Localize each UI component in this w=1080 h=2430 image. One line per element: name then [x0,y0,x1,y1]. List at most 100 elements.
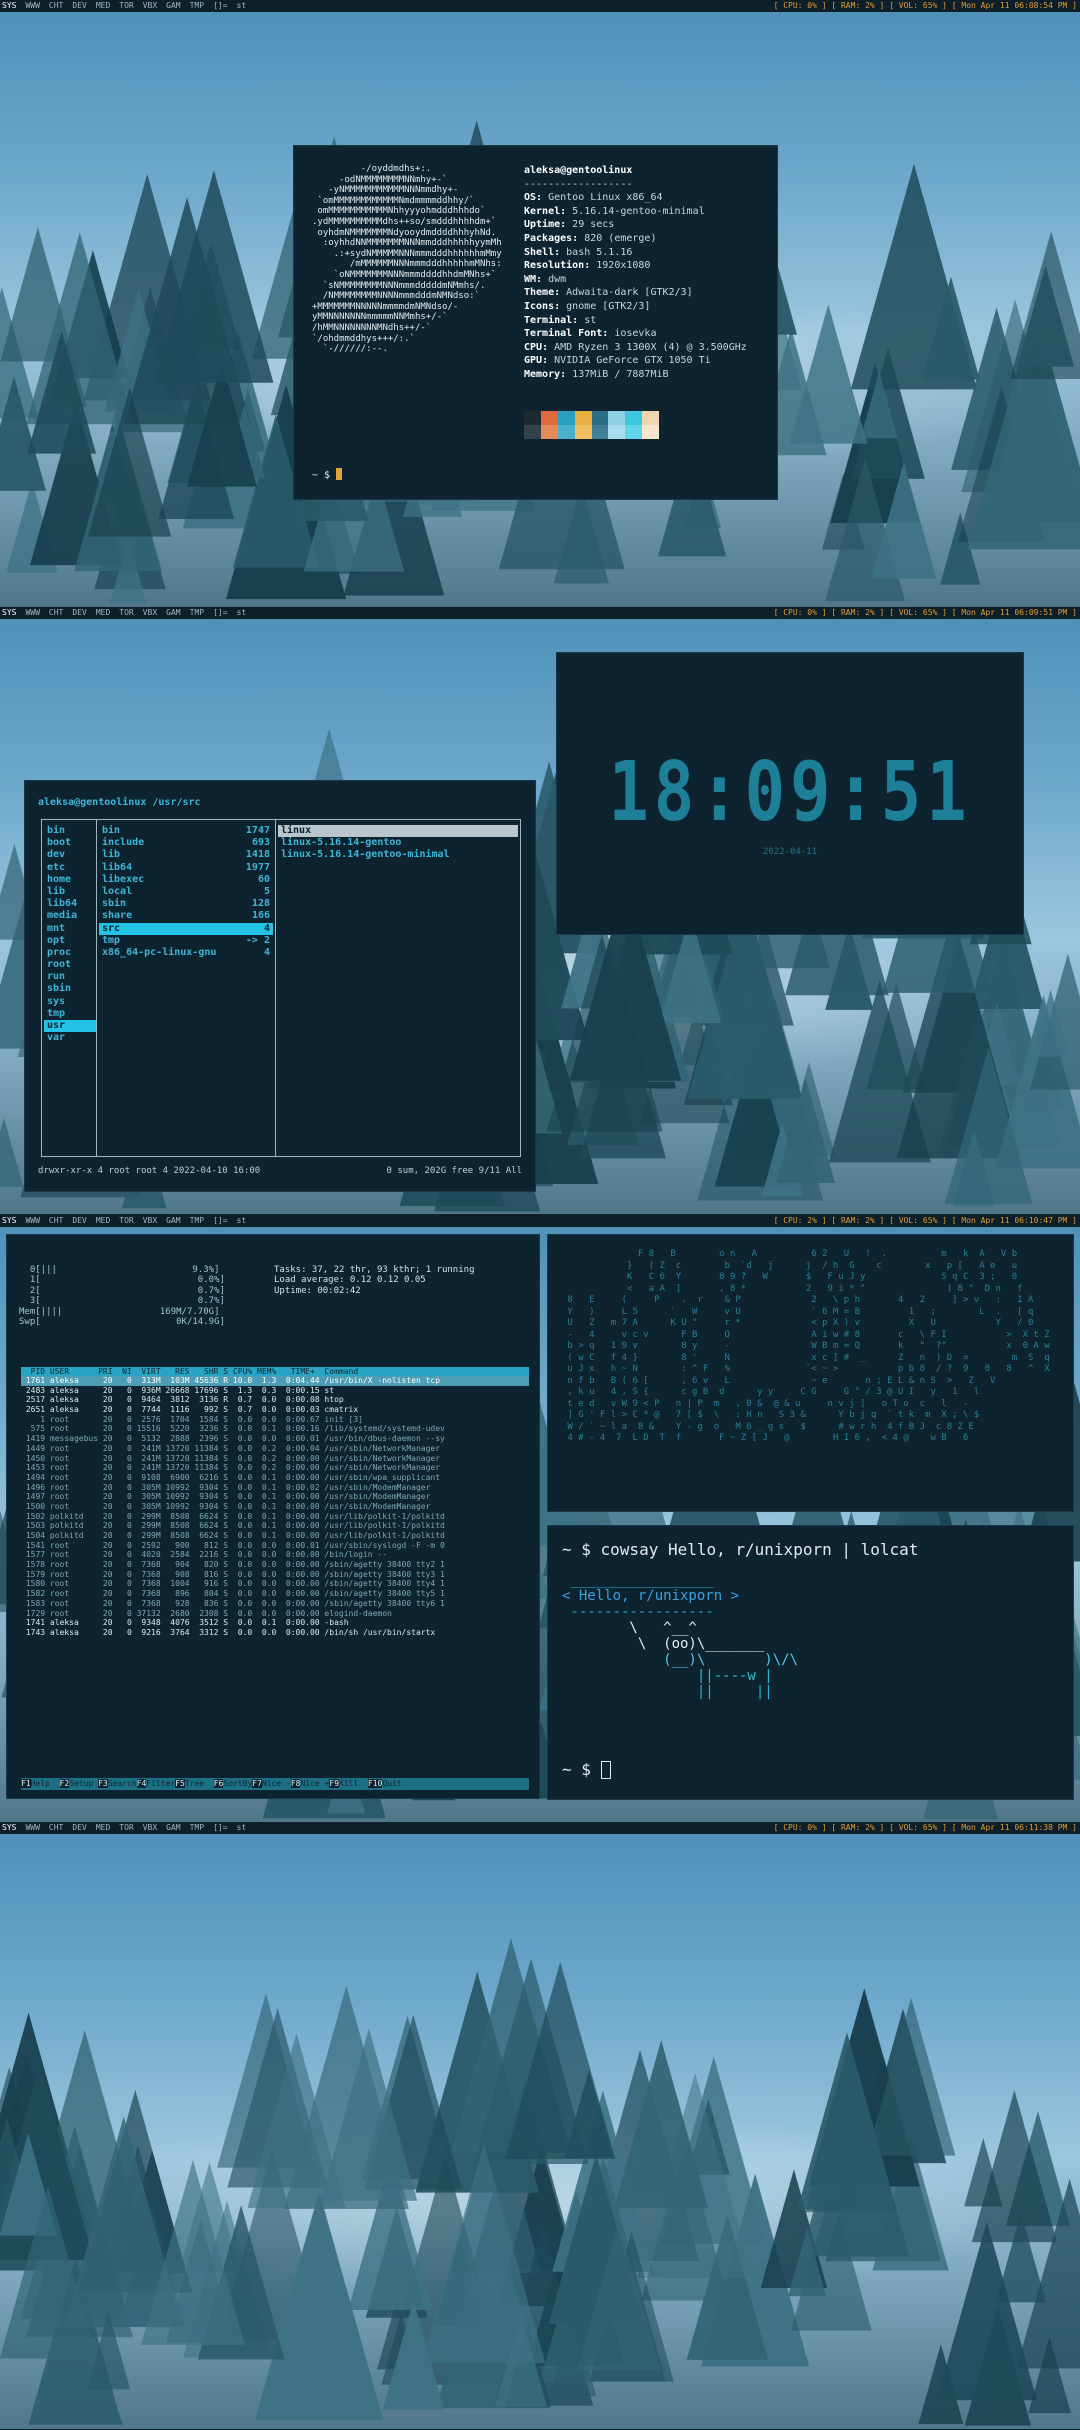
fkey[interactable]: F1 [21,1779,31,1788]
tag-tmp[interactable]: TMP [190,1823,204,1832]
fkey[interactable]: F10 [367,1779,383,1788]
tag-sys[interactable]: SYS [2,608,16,617]
neofetch-window[interactable]: -/oyddmdhs+:. -odNMMMMMMMMNNmhy+-` -yNMM… [293,145,778,500]
dir-entry[interactable]: share 166 [99,910,273,922]
dir-entry[interactable]: sys [44,996,96,1008]
process-row[interactable]: 1743 aleksa 20 0 9216 3764 3312 S 0.0 0.… [21,1628,529,1638]
tag-cht[interactable]: CHT [49,1216,63,1225]
tag-sys[interactable]: SYS [2,1823,16,1832]
process-row[interactable]: 575 root 20 0 15516 5220 3236 S 0.0 0.1 … [21,1424,529,1434]
dir-entry[interactable]: linux-5.16.14-gentoo-minimal [278,849,518,861]
dir-entry[interactable]: home [44,874,96,886]
process-row[interactable]: 1450 root 20 0 241M 13720 11384 S 0.0 0.… [21,1454,529,1464]
fkey-label[interactable]: SortBy [223,1779,252,1788]
tag-gam[interactable]: GAM [166,1216,180,1225]
process-row[interactable]: 1578 root 20 0 7368 904 820 S 0.0 0.0 0:… [21,1560,529,1570]
fkey[interactable]: F4 [136,1779,147,1788]
process-row[interactable]: 1580 root 20 0 7368 1004 916 S 0.0 0.0 0… [21,1579,529,1589]
dir-entry[interactable]: libexec 60 [99,874,273,886]
tag-cht[interactable]: CHT [49,1,63,10]
dir-entry[interactable]: opt [44,935,96,947]
dir-entry[interactable]: include 693 [99,837,273,849]
tag-gam[interactable]: GAM [166,608,180,617]
process-row[interactable]: 1503 polkitd 20 0 299M 8508 6624 S 0.0 0… [21,1521,529,1531]
dir-entry[interactable]: lib64 [44,898,96,910]
process-row[interactable]: 1500 root 20 0 305M 10992 9304 S 0.0 0.1… [21,1502,529,1512]
process-row[interactable]: 2483 aleksa 20 0 936M 26668 17696 S 1.3 … [21,1386,529,1396]
dir-entry[interactable]: tmp -> 2 [99,935,273,947]
fkey[interactable]: F2 [59,1779,70,1788]
tag-dev[interactable]: DEV [72,608,86,617]
fkey[interactable]: F5 [175,1779,185,1788]
fkey-label[interactable]: Quit [382,1779,401,1788]
current-column[interactable]: bin 1747 include 693 lib 1418 lib64 1977 libexec… [99,825,273,959]
process-row[interactable]: 2517 aleksa 20 0 9464 3812 3136 R 0.7 0.… [21,1395,529,1405]
fkey[interactable]: F6 [213,1779,224,1788]
tag-dev[interactable]: DEV [72,1823,86,1832]
function-keys[interactable]: F1Help F2Setup F3SearchF4FilterF5Tree F6… [21,1778,529,1790]
dir-entry[interactable]: local 5 [99,886,273,898]
dir-entry[interactable]: bin [44,825,96,837]
fkey[interactable]: F9 [329,1779,340,1788]
process-row[interactable]: 1496 root 20 0 305M 10992 9304 S 0.0 0.1… [21,1483,529,1493]
tag-med[interactable]: MED [96,1823,110,1832]
tag-tor[interactable]: TOR [119,608,133,617]
tag-dev[interactable]: DEV [72,1,86,10]
dir-entry[interactable]: bin 1747 [99,825,273,837]
tag-tmp[interactable]: TMP [190,1216,204,1225]
tag-[]=[interactable]: []= [213,1216,227,1225]
tag-tor[interactable]: TOR [119,1216,133,1225]
process-row[interactable]: 1541 root 20 0 2592 900 812 S 0.0 0.0 0:… [21,1541,529,1551]
process-row[interactable]: 1583 root 20 0 7368 928 836 S 0.0 0.0 0:… [21,1599,529,1609]
process-row[interactable]: 1761 aleksa 20 0 313M 103M 45636 R 10.0 … [21,1376,529,1386]
parent-column[interactable]: bin boot dev etc home lib lib64 media mnt opt proc… [44,825,96,1044]
dir-entry[interactable]: var [44,1032,96,1044]
process-row[interactable]: 1497 root 20 0 305M 10992 9304 S 0.0 0.1… [21,1492,529,1502]
tag-www[interactable]: WWW [25,1823,39,1832]
process-row[interactable]: 1453 root 20 0 241M 13720 11384 S 0.0 0.… [21,1463,529,1473]
tag-dev[interactable]: DEV [72,1216,86,1225]
tag-tor[interactable]: TOR [119,1823,133,1832]
htop-window[interactable]: 0[||| 9.3%] 1[ 0.0%] 2[ 0.7%] 3[ 0.7%] Me… [6,1234,540,1799]
tag-tmp[interactable]: TMP [190,1,204,10]
dir-entry[interactable]: lib [44,886,96,898]
tag-med[interactable]: MED [96,1216,110,1225]
tag-vbx[interactable]: VBX [143,1823,157,1832]
dir-entry[interactable]: boot [44,837,96,849]
tag-vbx[interactable]: VBX [143,608,157,617]
process-list[interactable]: 1761 aleksa 20 0 313M 103M 45636 R 10.0 … [21,1376,529,1638]
dir-entry[interactable]: linux [278,825,518,838]
cmatrix-window[interactable]: F 8 B o n A 6 2 U ! . m k A V b } ( Z c … [547,1234,1074,1512]
tag-med[interactable]: MED [96,1,110,10]
fkey-label[interactable]: Search [108,1779,137,1788]
tag-tor[interactable]: TOR [119,1,133,10]
tag-tmp[interactable]: TMP [190,608,204,617]
dir-entry[interactable]: sbin 128 [99,898,273,910]
dir-entry[interactable]: etc [44,862,96,874]
dir-entry[interactable]: usr [44,1020,96,1033]
process-row[interactable]: 1582 root 20 0 7368 896 804 S 0.0 0.0 0:… [21,1589,529,1599]
tag-[]=[interactable]: []= [213,1823,227,1832]
dir-entry[interactable]: linux-5.16.14-gentoo [278,837,518,849]
process-row[interactable]: 1494 root 20 0 9108 6900 6216 S 0.0 0.1 … [21,1473,529,1483]
process-row[interactable]: 1502 polkitd 20 0 299M 8508 6624 S 0.0 0… [21,1512,529,1522]
tag-sys[interactable]: SYS [2,1216,16,1225]
tag-[]=[interactable]: []= [213,1,227,10]
cowsay-window[interactable]: ~ $ cowsay Hello, r/unixporn | lolcat __… [547,1525,1074,1800]
fkey-label[interactable]: Tree [185,1779,214,1788]
preview-column[interactable]: linux linux-5.16.14-gentoo linux-5.16.14-g… [278,825,518,862]
dir-entry[interactable]: media [44,910,96,922]
process-row[interactable]: 1419 messagebus 20 0 5132 2888 2396 S 0.… [21,1434,529,1444]
dir-entry[interactable]: x86_64-pc-linux-gnu 4 [99,947,273,959]
dir-entry[interactable]: tmp [44,1008,96,1020]
clock-window[interactable]: 18:09:51 2022-04-11 [556,652,1024,935]
tag-vbx[interactable]: VBX [143,1,157,10]
dir-entry[interactable]: run [44,971,96,983]
process-row[interactable]: 1449 root 20 0 241M 13720 11384 S 0.0 0.… [21,1444,529,1454]
dir-entry[interactable]: dev [44,849,96,861]
fkey-label[interactable]: Setup [69,1779,98,1788]
process-row[interactable]: 1741 aleksa 20 0 9348 4076 3512 S 0.0 0.… [21,1618,529,1628]
ranger-window[interactable]: aleksa@gentoolinux /usr/src bin boot dev et… [24,780,536,1192]
tag-med[interactable]: MED [96,608,110,617]
fkey-label[interactable]: Kill [339,1779,368,1788]
